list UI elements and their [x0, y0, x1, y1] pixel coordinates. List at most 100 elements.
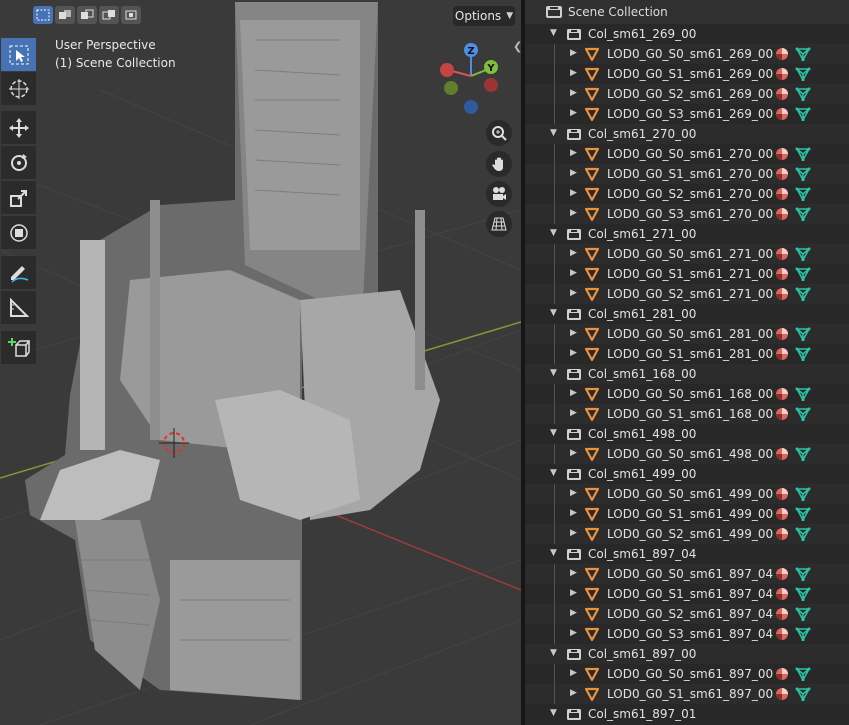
mesh-data-icon[interactable]	[795, 667, 811, 684]
scene-collection-row[interactable]: Scene Collection	[525, 0, 849, 24]
object-row[interactable]: ▶ LOD0_G0_S0_sm61_270_00	[525, 144, 849, 164]
expand-triangle-icon[interactable]: ▶	[570, 348, 577, 358]
material-sphere-icon[interactable]	[775, 87, 789, 104]
mesh-data-icon[interactable]	[795, 207, 811, 224]
object-row[interactable]: ▶ LOD0_G0_S2_sm61_499_00	[525, 524, 849, 544]
material-sphere-icon[interactable]	[775, 267, 789, 284]
collection-row[interactable]: ▼ Col_sm61_498_00	[525, 424, 849, 444]
collapse-triangle-icon[interactable]: ▼	[550, 468, 557, 478]
material-sphere-icon[interactable]	[775, 587, 789, 604]
object-row[interactable]: ▶ LOD0_G0_S2_sm61_897_04	[525, 604, 849, 624]
mesh-data-icon[interactable]	[795, 247, 811, 264]
object-row[interactable]: ▶ LOD0_G0_S0_sm61_897_00	[525, 664, 849, 684]
mesh-data-icon[interactable]	[795, 187, 811, 204]
collection-row[interactable]: ▼ Col_sm61_897_01	[525, 704, 849, 724]
expand-triangle-icon[interactable]: ▶	[570, 508, 577, 518]
material-sphere-icon[interactable]	[775, 487, 789, 504]
collection-row[interactable]: ▼ Col_sm61_897_00	[525, 644, 849, 664]
expand-triangle-icon[interactable]: ▶	[570, 108, 577, 118]
collection-row[interactable]: ▼ Col_sm61_499_00	[525, 464, 849, 484]
mesh-data-icon[interactable]	[795, 107, 811, 124]
expand-triangle-icon[interactable]: ▶	[570, 168, 577, 178]
select-difference-mode-button[interactable]	[99, 6, 119, 24]
scale-tool[interactable]	[1, 181, 36, 214]
material-sphere-icon[interactable]	[775, 687, 789, 704]
object-row[interactable]: ▶ LOD0_G0_S1_sm61_271_00	[525, 264, 849, 284]
collapse-triangle-icon[interactable]: ▼	[550, 708, 557, 718]
annotate-tool[interactable]	[1, 256, 36, 289]
neg-y-axis-handle[interactable]	[444, 81, 458, 95]
collapse-triangle-icon[interactable]: ▼	[550, 228, 557, 238]
object-row[interactable]: ▶ LOD0_G0_S3_sm61_897_04	[525, 624, 849, 644]
camera-view-button[interactable]	[486, 181, 512, 207]
material-sphere-icon[interactable]	[775, 67, 789, 84]
material-sphere-icon[interactable]	[775, 407, 789, 424]
mesh-data-icon[interactable]	[795, 567, 811, 584]
expand-triangle-icon[interactable]: ▶	[570, 208, 577, 218]
collection-row[interactable]: ▼ Col_sm61_281_00	[525, 304, 849, 324]
object-row[interactable]: ▶ LOD0_G0_S2_sm61_271_00	[525, 284, 849, 304]
neg-x-axis-handle[interactable]	[484, 78, 498, 92]
expand-triangle-icon[interactable]: ▶	[570, 68, 577, 78]
options-dropdown[interactable]: Options ▼	[453, 6, 515, 26]
perspective-toggle-button[interactable]	[486, 211, 512, 237]
object-row[interactable]: ▶ LOD0_G0_S1_sm61_168_00	[525, 404, 849, 424]
collection-row[interactable]: ▼ Col_sm61_270_00	[525, 124, 849, 144]
expand-triangle-icon[interactable]: ▶	[570, 188, 577, 198]
select-subtract-mode-button[interactable]	[77, 6, 97, 24]
transform-tool[interactable]	[1, 216, 36, 249]
mesh-data-icon[interactable]	[795, 287, 811, 304]
collection-row[interactable]: ▼ Col_sm61_897_04	[525, 544, 849, 564]
measure-tool[interactable]	[1, 291, 36, 324]
material-sphere-icon[interactable]	[775, 327, 789, 344]
expand-triangle-icon[interactable]: ▶	[570, 608, 577, 618]
expand-triangle-icon[interactable]: ▶	[570, 248, 577, 258]
mesh-data-icon[interactable]	[795, 87, 811, 104]
material-sphere-icon[interactable]	[775, 507, 789, 524]
mesh-data-icon[interactable]	[795, 167, 811, 184]
mesh-data-icon[interactable]	[795, 587, 811, 604]
object-row[interactable]: ▶ LOD0_G0_S1_sm61_281_00	[525, 344, 849, 364]
mesh-data-icon[interactable]	[795, 487, 811, 504]
material-sphere-icon[interactable]	[775, 47, 789, 64]
mesh-data-icon[interactable]	[795, 327, 811, 344]
object-row[interactable]: ▶ LOD0_G0_S2_sm61_269_00	[525, 84, 849, 104]
outliner-panel[interactable]: Scene Collection ▼ Col_sm61_269_00 ▶ LOD0_G…	[525, 0, 849, 725]
collapse-triangle-icon[interactable]: ▼	[550, 128, 557, 138]
collapse-triangle-icon[interactable]: ▼	[550, 28, 557, 38]
cursor-tool[interactable]	[1, 72, 36, 105]
object-row[interactable]: ▶ LOD0_G0_S0_sm61_897_04	[525, 564, 849, 584]
navigation-gizmo[interactable]: Z Y	[436, 40, 506, 116]
expand-triangle-icon[interactable]: ▶	[570, 688, 577, 698]
collection-row[interactable]: ▼ Col_sm61_168_00	[525, 364, 849, 384]
object-row[interactable]: ▶ LOD0_G0_S0_sm61_168_00	[525, 384, 849, 404]
collection-row[interactable]: ▼ Col_sm61_269_00	[525, 24, 849, 44]
material-sphere-icon[interactable]	[775, 447, 789, 464]
material-sphere-icon[interactable]	[775, 347, 789, 364]
expand-triangle-icon[interactable]: ▶	[570, 388, 577, 398]
material-sphere-icon[interactable]	[775, 627, 789, 644]
object-row[interactable]: ▶ LOD0_G0_S2_sm61_270_00	[525, 184, 849, 204]
expand-triangle-icon[interactable]: ▶	[570, 568, 577, 578]
add-cube-tool[interactable]	[1, 331, 36, 364]
material-sphere-icon[interactable]	[775, 567, 789, 584]
material-sphere-icon[interactable]	[775, 667, 789, 684]
mesh-data-icon[interactable]	[795, 67, 811, 84]
object-row[interactable]: ▶ LOD0_G0_S0_sm61_271_00	[525, 244, 849, 264]
material-sphere-icon[interactable]	[775, 387, 789, 404]
expand-triangle-icon[interactable]: ▶	[570, 448, 577, 458]
object-row[interactable]: ▶ LOD0_G0_S1_sm61_499_00	[525, 504, 849, 524]
expand-triangle-icon[interactable]: ▶	[570, 88, 577, 98]
mesh-data-icon[interactable]	[795, 507, 811, 524]
select-extend-mode-button[interactable]	[55, 6, 75, 24]
expand-triangle-icon[interactable]: ▶	[570, 48, 577, 58]
material-sphere-icon[interactable]	[775, 287, 789, 304]
material-sphere-icon[interactable]	[775, 147, 789, 164]
expand-triangle-icon[interactable]: ▶	[570, 328, 577, 338]
mesh-data-icon[interactable]	[795, 387, 811, 404]
object-row[interactable]: ▶ LOD0_G0_S1_sm61_269_00	[525, 64, 849, 84]
material-sphere-icon[interactable]	[775, 187, 789, 204]
mesh-data-icon[interactable]	[795, 527, 811, 544]
material-sphere-icon[interactable]	[775, 207, 789, 224]
collapse-triangle-icon[interactable]: ▼	[550, 428, 557, 438]
